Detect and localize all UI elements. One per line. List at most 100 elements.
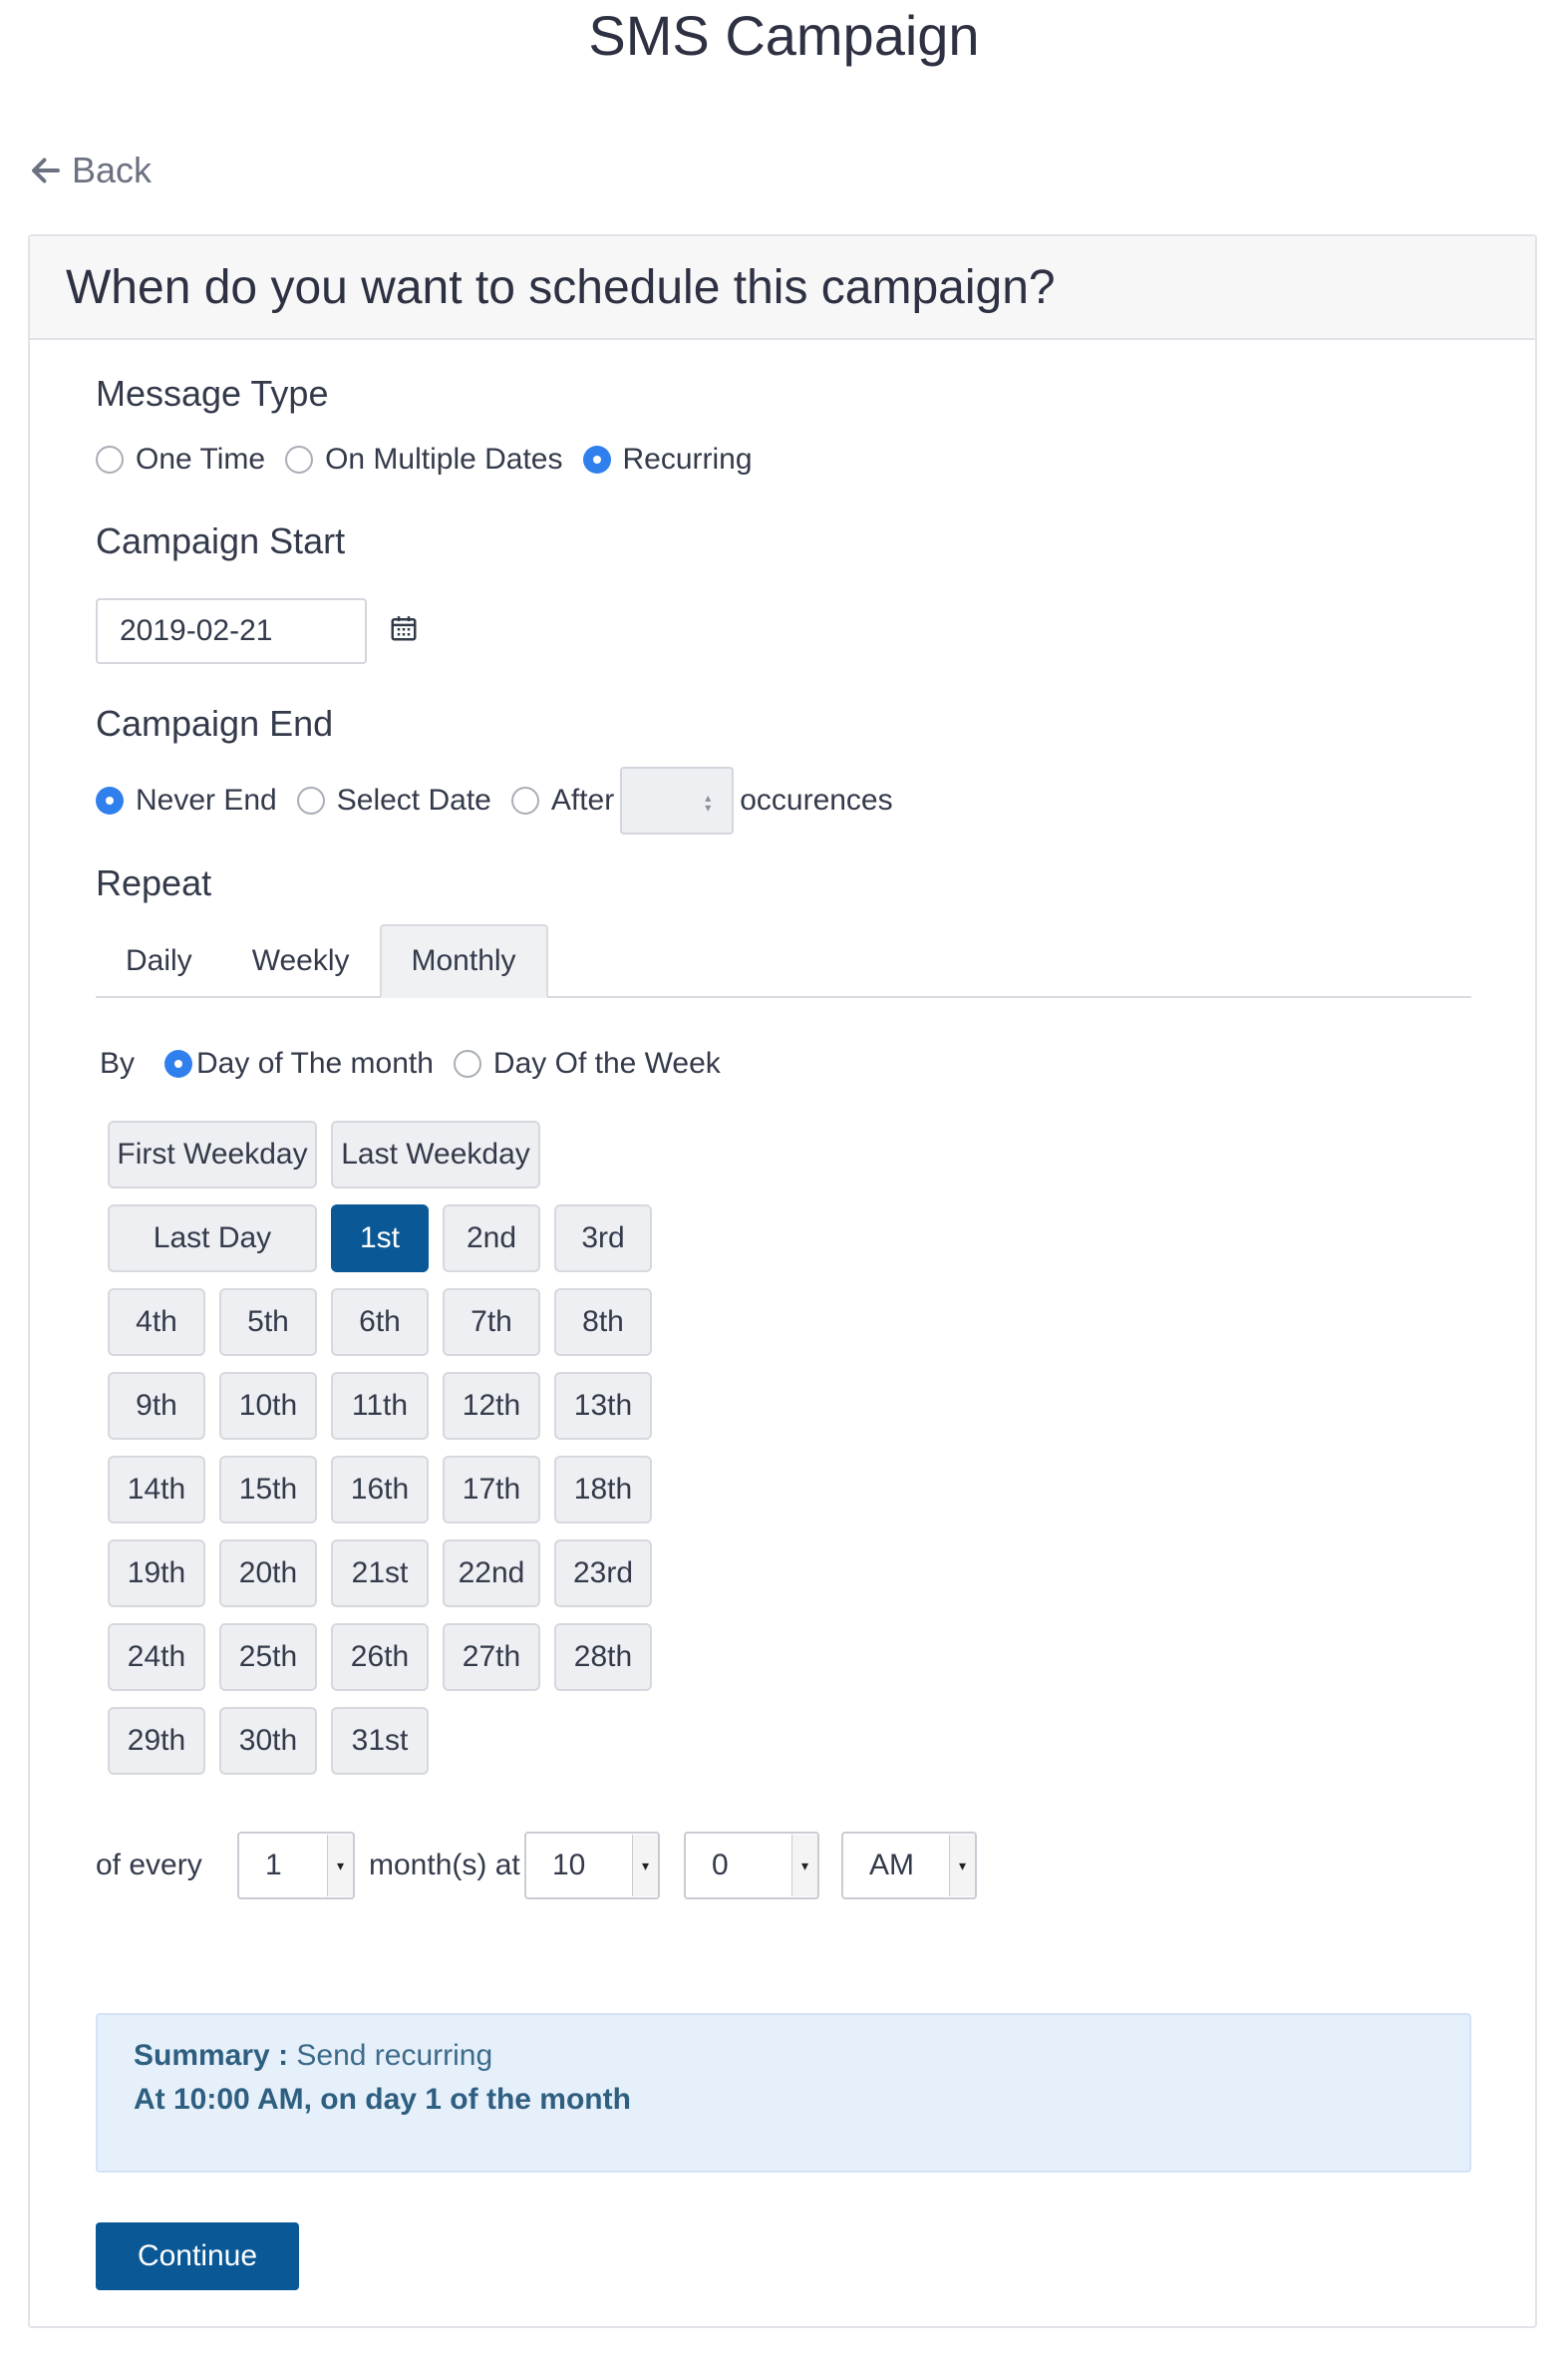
day-button[interactable]: 6th bbox=[331, 1288, 429, 1356]
dropdown-arrow-icon: ▾ bbox=[327, 1835, 353, 1896]
months-at-label: month(s) at bbox=[369, 1849, 520, 1881]
page-title: SMS Campaign bbox=[588, 4, 980, 67]
day-button[interactable]: 26th bbox=[331, 1623, 429, 1691]
day-button[interactable]: 5th bbox=[219, 1288, 317, 1356]
radio-label: Recurring bbox=[622, 443, 753, 476]
radio-icon bbox=[285, 446, 314, 474]
tab-weekly[interactable]: Weekly bbox=[222, 924, 380, 998]
tab-monthly[interactable]: Monthly bbox=[379, 924, 548, 998]
dropdown-arrow-icon: ▾ bbox=[949, 1835, 975, 1896]
day-button[interactable]: 9th bbox=[108, 1372, 205, 1440]
interval-select[interactable]: 1 ▾ bbox=[237, 1832, 355, 1899]
by-day-of-month[interactable]: Day of The month bbox=[164, 1047, 434, 1081]
day-button[interactable]: 14th bbox=[108, 1456, 205, 1523]
day-button[interactable]: 29th bbox=[108, 1707, 205, 1775]
radio-label: One Time bbox=[136, 443, 266, 476]
day-button[interactable]: 23rd bbox=[554, 1539, 652, 1607]
radio-icon bbox=[296, 787, 325, 815]
day-button[interactable]: 28th bbox=[554, 1623, 652, 1691]
back-link[interactable]: Back bbox=[28, 150, 152, 191]
campaign-start-label: Campaign Start bbox=[96, 520, 346, 561]
radio-label: On Multiple Dates bbox=[325, 443, 563, 476]
ampm-value: AM bbox=[869, 1849, 914, 1881]
day-button-first-weekday[interactable]: First Weekday bbox=[108, 1121, 317, 1188]
calendar-icon[interactable] bbox=[389, 613, 419, 643]
day-button-last-weekday[interactable]: Last Weekday bbox=[331, 1121, 540, 1188]
day-button[interactable]: 25th bbox=[219, 1623, 317, 1691]
hour-select[interactable]: 10 ▾ bbox=[524, 1832, 660, 1899]
radio-icon bbox=[510, 787, 539, 815]
message-type-options: One Time On Multiple Dates Recurring bbox=[96, 443, 773, 477]
dropdown-arrow-icon: ▾ bbox=[791, 1835, 817, 1896]
radio-checked-icon bbox=[96, 787, 124, 815]
day-button[interactable]: 18th bbox=[554, 1456, 652, 1523]
day-button[interactable]: 1st bbox=[331, 1204, 429, 1272]
campaign-end-label: Campaign End bbox=[96, 703, 334, 744]
day-button[interactable]: 30th bbox=[219, 1707, 317, 1775]
summary-text: Send recurring bbox=[296, 2039, 493, 2072]
message-type-recurring[interactable]: Recurring bbox=[582, 443, 753, 477]
day-button[interactable]: 22nd bbox=[443, 1539, 540, 1607]
tab-daily[interactable]: Daily bbox=[96, 924, 222, 998]
radio-label: Never End bbox=[136, 784, 277, 817]
by-day-of-week[interactable]: Day Of the Week bbox=[453, 1047, 721, 1081]
radio-label: Day of The month bbox=[196, 1047, 434, 1080]
campaign-start-date-input[interactable]: 2019-02-21 bbox=[96, 598, 367, 664]
day-button[interactable]: 3rd bbox=[554, 1204, 652, 1272]
card-header: When do you want to schedule this campai… bbox=[30, 236, 1535, 340]
ampm-select[interactable]: AM ▾ bbox=[841, 1832, 977, 1899]
radio-label: After bbox=[550, 784, 615, 817]
radio-checked-icon bbox=[164, 1050, 193, 1078]
repeat-tabs: Daily Weekly Monthly bbox=[96, 924, 1471, 998]
message-type-one-time[interactable]: One Time bbox=[96, 443, 265, 477]
schedule-card: When do you want to schedule this campai… bbox=[28, 234, 1537, 2328]
radio-icon bbox=[453, 1050, 481, 1078]
summary-box: Summary : Send recurring At 10:00 AM, on… bbox=[96, 2013, 1471, 2173]
hour-value: 10 bbox=[552, 1849, 586, 1881]
radio-checked-icon bbox=[582, 446, 611, 474]
interval-value: 1 bbox=[265, 1849, 282, 1881]
day-button[interactable]: 17th bbox=[443, 1456, 540, 1523]
message-type-multiple-dates[interactable]: On Multiple Dates bbox=[285, 443, 563, 477]
day-button[interactable]: 8th bbox=[554, 1288, 652, 1356]
day-button[interactable]: 12th bbox=[443, 1372, 540, 1440]
radio-label: Select Date bbox=[336, 784, 491, 817]
campaign-end-select-date[interactable]: Select Date bbox=[296, 784, 491, 818]
by-options: By Day of The month Day Of the Week bbox=[100, 1047, 741, 1081]
day-button[interactable]: 20th bbox=[219, 1539, 317, 1607]
radio-label: Day Of the Week bbox=[492, 1047, 721, 1080]
repeat-label: Repeat bbox=[96, 862, 212, 903]
minute-select[interactable]: 0 ▾ bbox=[684, 1832, 819, 1899]
day-button[interactable]: 13th bbox=[554, 1372, 652, 1440]
day-button[interactable]: 31st bbox=[331, 1707, 429, 1775]
radio-icon bbox=[96, 446, 124, 474]
occurrences-label: occurences bbox=[740, 784, 893, 817]
minute-value: 0 bbox=[712, 1849, 729, 1881]
day-button[interactable]: 7th bbox=[443, 1288, 540, 1356]
summary-key: Summary : bbox=[134, 2039, 289, 2072]
spinner-icon[interactable]: ▴ ▾ bbox=[702, 792, 714, 814]
campaign-end-after[interactable]: After bbox=[510, 784, 615, 818]
campaign-end-options: Never End Select Date After ▴ ▾ occurence… bbox=[96, 767, 893, 835]
occurrences-input[interactable]: ▴ ▾ bbox=[620, 767, 735, 835]
day-button[interactable]: 10th bbox=[219, 1372, 317, 1440]
day-button[interactable]: 4th bbox=[108, 1288, 205, 1356]
day-button[interactable]: 15th bbox=[219, 1456, 317, 1523]
day-button[interactable]: 2nd bbox=[443, 1204, 540, 1272]
day-button[interactable]: 16th bbox=[331, 1456, 429, 1523]
dropdown-arrow-icon: ▾ bbox=[632, 1835, 658, 1896]
day-button-last-day[interactable]: Last Day bbox=[108, 1204, 317, 1272]
campaign-end-never[interactable]: Never End bbox=[96, 784, 277, 818]
day-button[interactable]: 24th bbox=[108, 1623, 205, 1691]
back-label: Back bbox=[72, 150, 153, 190]
day-button[interactable]: 11th bbox=[331, 1372, 429, 1440]
summary-detail: At 10:00 AM, on day 1 of the month bbox=[134, 2083, 631, 2116]
continue-button[interactable]: Continue bbox=[96, 2222, 299, 2290]
arrow-left-icon bbox=[32, 158, 60, 183]
message-type-label: Message Type bbox=[96, 373, 329, 414]
of-every-label: of every bbox=[96, 1849, 202, 1881]
by-label: By bbox=[100, 1047, 136, 1080]
day-button[interactable]: 27th bbox=[443, 1623, 540, 1691]
day-button[interactable]: 21st bbox=[331, 1539, 429, 1607]
day-button[interactable]: 19th bbox=[108, 1539, 205, 1607]
